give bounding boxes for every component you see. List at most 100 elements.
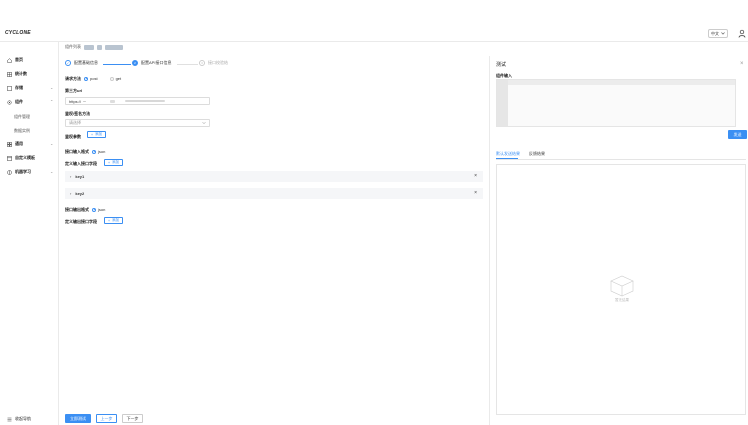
redacted-text xyxy=(110,99,116,103)
sidebar-item-label: 统计数 xyxy=(15,71,27,76)
add-label: 添加 xyxy=(112,160,120,164)
redacted-text xyxy=(84,44,94,50)
user-icon[interactable] xyxy=(738,29,746,38)
method-label: 请求方法 xyxy=(65,76,81,81)
auth-label: 鉴权/签名方法 xyxy=(65,111,91,116)
send-button[interactable]: 发送 xyxy=(728,130,747,139)
redacted-text xyxy=(125,100,166,102)
empty-box-icon xyxy=(610,275,634,297)
grid-icon xyxy=(6,71,12,77)
step-indicator: ✓ 配置基础信息 2 配置API接口信息 3 接口校验结 xyxy=(65,60,485,70)
chevron-up-icon: ⌃ xyxy=(50,99,54,104)
result-tabs: 默认发送结果 反馈结果 xyxy=(496,150,746,160)
auth-placeholder: 请选择 xyxy=(69,120,81,125)
radio-get[interactable] xyxy=(109,76,114,81)
test-panel: 测试 × 组件输入 发送 默认发送结果 反馈结果 暂无结果 xyxy=(489,56,748,425)
method-radio-group: post get xyxy=(84,76,121,81)
chevron-right-icon[interactable]: › xyxy=(70,191,71,196)
sidebar-item-label: 机器学习 xyxy=(15,169,31,174)
radio-post-label: post xyxy=(90,76,98,81)
add-label: 添加 xyxy=(95,132,103,136)
editor-active-line xyxy=(497,80,735,85)
empty-state: 暂无结果 xyxy=(607,275,637,303)
input-fields-label: 定义输入接口字段 xyxy=(65,161,97,166)
prev-step-button[interactable]: 上一步 xyxy=(96,414,117,423)
chevron-down-icon: ⌄ xyxy=(50,169,54,174)
close-icon[interactable]: × xyxy=(474,173,477,179)
sidebar-item-ml[interactable]: 机器学习 ⌄ xyxy=(0,167,59,177)
chevron-right-icon[interactable]: › xyxy=(70,174,71,179)
sidebar-item-general[interactable]: 通用 ⌄ xyxy=(0,139,59,149)
storage-icon xyxy=(6,85,12,91)
test-panel-title: 测试 xyxy=(496,62,507,68)
template-icon xyxy=(6,155,12,161)
step-3[interactable]: 3 接口校验结 xyxy=(199,60,228,66)
add-input-field-button[interactable]: + 添加 xyxy=(104,159,123,166)
breadcrumb: 组件列表 xyxy=(65,44,123,50)
auth-select[interactable]: 请选择 xyxy=(65,119,210,127)
key-row-1[interactable]: › key1 × xyxy=(65,171,483,182)
key-name: key1 xyxy=(75,174,85,179)
input-format-value: json xyxy=(98,149,106,154)
sidebar-subitem-component-manage[interactable]: 组件管理 xyxy=(14,114,30,120)
step-label: 配置基础信息 xyxy=(74,60,98,65)
add-label: 添加 xyxy=(112,218,120,222)
close-icon[interactable]: × xyxy=(740,61,744,67)
step-number: 2 xyxy=(132,60,138,66)
step-connector xyxy=(103,64,131,65)
add-params-button[interactable]: + 添加 xyxy=(87,131,106,138)
output-format-label: 接口输出格式 xyxy=(65,207,89,212)
chevron-down-icon: ⌄ xyxy=(50,85,54,90)
url-prefix: https:// xyxy=(69,98,82,104)
sidebar-item-templates[interactable]: 自定义模板 xyxy=(0,153,59,163)
radio-json[interactable] xyxy=(92,207,96,212)
sidebar-item-components[interactable]: 组件 ⌃ xyxy=(0,97,59,107)
input-editor[interactable] xyxy=(496,79,736,127)
step-connector xyxy=(177,64,198,65)
brain-icon xyxy=(6,169,12,175)
output-format-radio[interactable]: json xyxy=(92,207,105,212)
test-now-button[interactable]: 立即测试 xyxy=(65,414,91,423)
sidebar-subitem-data-instance[interactable]: 数据实例 xyxy=(14,128,30,134)
sidebar-item-label: 存储 xyxy=(15,85,23,90)
logo[interactable]: CYCLONE xyxy=(5,30,31,36)
chevron-down-icon xyxy=(721,31,725,36)
sidebar-collapse[interactable]: 收起导航 xyxy=(0,414,59,424)
step-label: 接口校验结 xyxy=(208,60,228,65)
breadcrumb-root[interactable]: 组件列表 xyxy=(65,44,81,50)
input-format-label: 接口输入格式 xyxy=(65,149,89,154)
top-bar: CYCLONE 中文 xyxy=(0,27,748,42)
step-1[interactable]: ✓ 配置基础信息 xyxy=(65,60,98,66)
language-label: 中文 xyxy=(711,30,719,36)
redacted-text xyxy=(83,100,87,102)
sidebar-item-stats[interactable]: 统计数 xyxy=(0,69,59,79)
plus-icon: + xyxy=(90,132,94,137)
home-icon xyxy=(6,57,12,63)
language-select[interactable]: 中文 xyxy=(708,29,728,38)
sidebar-item-label: 首页 xyxy=(15,57,23,62)
redacted-text xyxy=(97,44,102,50)
url-input[interactable]: https:// xyxy=(65,97,210,105)
sidebar-item-label: 自定义模板 xyxy=(15,155,35,160)
tab-feedback-result[interactable]: 反馈结果 xyxy=(529,151,545,157)
input-format-radio[interactable]: json xyxy=(92,149,105,154)
radio-json[interactable] xyxy=(92,149,96,154)
add-output-field-button[interactable]: + 添加 xyxy=(104,217,123,224)
url-label: 第三方url xyxy=(65,88,83,93)
radio-get-label: get xyxy=(115,76,122,81)
key-row-2[interactable]: › key2 × xyxy=(65,188,483,199)
redacted-text xyxy=(105,44,123,50)
sidebar-item-home[interactable]: 首页 xyxy=(0,55,59,65)
close-icon[interactable]: × xyxy=(474,190,477,196)
sidebar-item-storage[interactable]: 存储 ⌄ xyxy=(0,83,59,93)
sidebar-item-label: 组件 xyxy=(15,99,23,104)
step-2[interactable]: 2 配置API接口信息 xyxy=(132,60,171,66)
next-step-button[interactable]: 下一步 xyxy=(122,414,143,423)
params-label: 鉴权参数 xyxy=(65,134,81,139)
dashboard-icon xyxy=(6,141,12,147)
tab-default-result[interactable]: 默认发送结果 xyxy=(496,151,520,157)
output-format-value: json xyxy=(98,207,106,212)
editor-gutter xyxy=(497,80,508,126)
radio-post[interactable] xyxy=(84,76,88,81)
sidebar: 首页 统计数 存储 ⌄ 组件 ⌃ 组件管理 数据实例 通用 ⌄ 自定义模板 机器… xyxy=(0,42,59,425)
